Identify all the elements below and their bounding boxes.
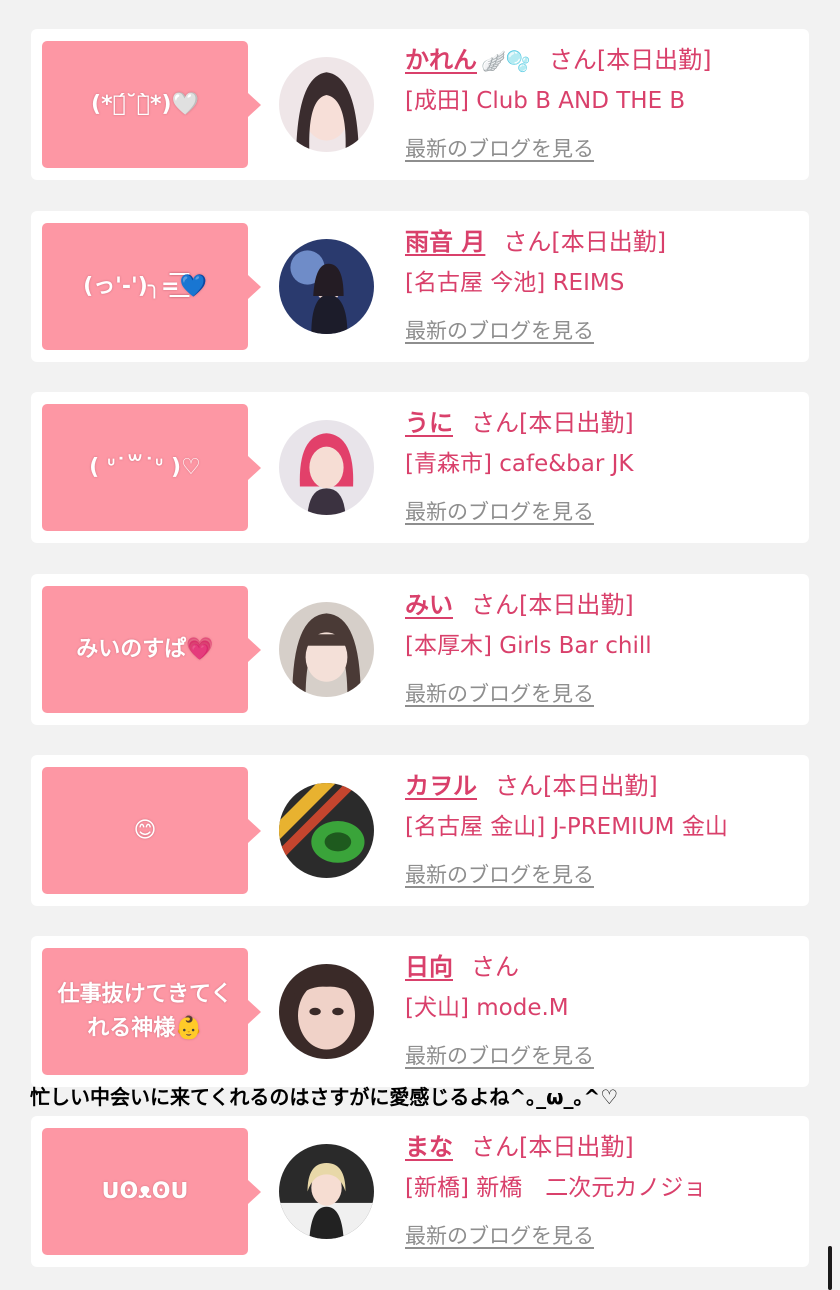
message-bubble: みいのすぱ💗 [42,586,261,713]
status-label: [本日出勤] [596,46,712,74]
shop-label: [犬山] mode.M [405,995,569,1021]
blog-link[interactable]: 最新のブログを見る [405,134,594,164]
avatar[interactable] [279,57,374,152]
honorific: さん [471,953,519,981]
avatar[interactable] [279,1144,374,1239]
cast-card: (*ฅ́˘ฅ̀*)🤍 かれん 🪽🫧 さん[本日出勤] [成田] Club B AND… [31,29,809,180]
honorific: さん [503,228,552,256]
cast-name-link[interactable]: 雨音 月 [405,228,485,256]
cast-name-line: 日向 さん [405,950,519,984]
status-label: [本日出勤] [551,228,667,256]
message-bubble: (*ฅ́˘ฅ̀*)🤍 [42,41,261,168]
cast-name-line: カヲル さん[本日出勤] [405,769,658,803]
status-label: [本日出勤] [519,1133,634,1161]
message-bubble: (っ'-')╮=͟͟͞͞💙 [42,223,261,350]
cast-card: (っ'-')╮=͟͟͞͞💙 雨音 月さん[本日出勤] [名古屋 今池] REIM… [31,211,809,362]
cast-name-line: かれん 🪽🫧 さん[本日出勤] [405,43,712,78]
cast-name-line: うに さん[本日出勤] [405,406,634,440]
cast-card: ᑌʘᴥʘᑌ まな さん[本日出勤] [新橋] 新橋 二次元カノジョ 最新のブログを… [31,1116,809,1267]
blog-link[interactable]: 最新のブログを見る [405,860,594,890]
blog-link[interactable]: 最新のブログを見る [405,679,594,709]
cast-name-link[interactable]: みい [405,591,453,619]
blog-link[interactable]: 最新のブログを見る [405,1221,594,1251]
status-label: [本日出勤] [543,772,658,800]
honorific: さん [471,591,519,619]
cast-name-link[interactable]: かれん [405,46,477,74]
cast-name-line: 雨音 月さん[本日出勤] [405,225,666,259]
scrollbar[interactable] [828,1246,832,1290]
cast-name-line: みい さん[本日出勤] [405,588,634,622]
cast-card: 😊 カヲル さん[本日出勤] [名古屋 金山] J-PREMIUM 金山 最新のブ… [31,755,809,906]
message-bubble: 😊 [42,767,261,894]
cast-card: みいのすぱ💗 みい さん[本日出勤] [本厚木] Girls Bar chill … [31,574,809,725]
avatar[interactable] [279,602,374,697]
cast-name-link[interactable]: まな [405,1133,453,1161]
overlay-comment: 忙しい中会いに来てくれるのはさすがに愛感じるよね^｡_ω_｡^♡ [30,1085,619,1109]
status-label: [本日出勤] [519,591,634,619]
honorific: さん [495,772,543,800]
cast-name-link[interactable]: 日向 [405,953,453,981]
shop-label: [成田] Club B AND THE B [405,88,686,114]
shop-label: [本厚木] Girls Bar chill [405,633,652,659]
message-bubble: ( ᐡ˙꒳˙ᐡ )♡ [42,404,261,531]
honorific: さん [471,409,519,437]
name-decoration: 🪽🫧 [481,49,531,73]
status-label: [本日出勤] [519,409,634,437]
cast-name-line: まな さん[本日出勤] [405,1130,634,1164]
honorific: さん [548,46,597,74]
blog-link[interactable]: 最新のブログを見る [405,1041,594,1071]
shop-label: [名古屋 金山] J-PREMIUM 金山 [405,814,728,840]
avatar[interactable] [279,420,374,515]
blog-link[interactable]: 最新のブログを見る [405,497,594,527]
cast-name-link[interactable]: カヲル [405,772,477,800]
honorific: さん [471,1133,519,1161]
message-bubble: 仕事抜けてきてくれる神様👶 [42,948,261,1075]
avatar[interactable] [279,964,374,1059]
cast-name-link[interactable]: うに [405,409,453,437]
message-bubble: ᑌʘᴥʘᑌ [42,1128,261,1255]
shop-label: [新橋] 新橋 二次元カノジョ [405,1175,707,1201]
cast-card: 仕事抜けてきてくれる神様👶 日向 さん [犬山] mode.M 最新のブログを見る [31,936,809,1087]
cast-card: ( ᐡ˙꒳˙ᐡ )♡ うに さん[本日出勤] [青森市] cafe&bar JK … [31,392,809,543]
blog-link[interactable]: 最新のブログを見る [405,316,594,346]
shop-label: [名古屋 今池] REIMS [405,270,625,296]
shop-label: [青森市] cafe&bar JK [405,451,634,477]
avatar[interactable] [279,239,374,334]
avatar[interactable] [279,783,374,878]
